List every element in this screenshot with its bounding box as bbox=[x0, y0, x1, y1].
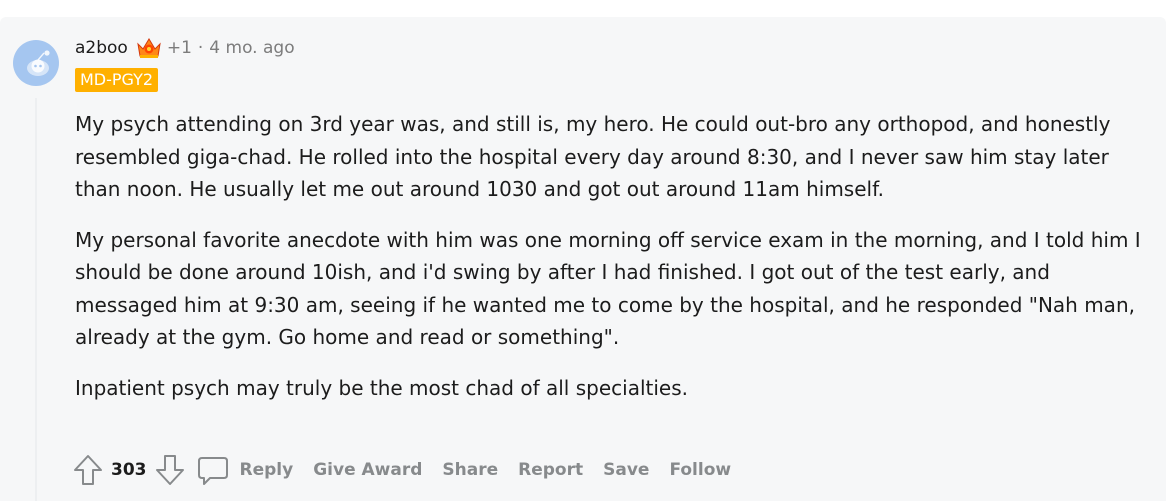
save-button[interactable]: Save bbox=[603, 460, 649, 480]
comment-paragraph: My psych attending on 3rd year was, and … bbox=[75, 112, 1111, 201]
arrow-up-icon bbox=[74, 455, 102, 485]
downvote-button[interactable] bbox=[154, 453, 186, 487]
award-count: +1 bbox=[166, 38, 192, 58]
vote-score: 303 bbox=[111, 460, 147, 480]
author-username[interactable]: a2boo bbox=[75, 38, 128, 58]
arrow-down-icon bbox=[155, 455, 184, 485]
share-button[interactable]: Share bbox=[442, 460, 498, 480]
reply-button[interactable]: Reply bbox=[240, 460, 294, 480]
reply-icon-button[interactable] bbox=[196, 453, 230, 487]
report-button[interactable]: Report bbox=[518, 460, 583, 480]
comment-body: My psych attending on 3rd year was, and … bbox=[75, 108, 1155, 422]
give-award-button[interactable]: Give Award bbox=[313, 460, 422, 480]
comment-paragraph: My personal favorite anecdote with him w… bbox=[75, 227, 1141, 350]
comment-paragraph: Inpatient psych may truly be the most ch… bbox=[75, 375, 688, 400]
follow-button[interactable]: Follow bbox=[669, 460, 731, 480]
snoo-avatar-icon bbox=[13, 40, 59, 86]
meta-separator: · bbox=[197, 38, 204, 58]
speech-bubble-icon bbox=[197, 457, 228, 485]
timestamp[interactable]: 4 mo. ago bbox=[209, 38, 294, 58]
thread-line[interactable] bbox=[35, 98, 37, 501]
comment-header: a2boo +1 · 4 mo. ago bbox=[75, 35, 295, 61]
avatar[interactable] bbox=[13, 40, 59, 86]
crown-award-icon[interactable] bbox=[135, 35, 163, 61]
comment-actions: 303 Reply Give Award Share Report Save F… bbox=[72, 452, 731, 488]
user-flair: MD-PGY2 bbox=[75, 68, 159, 92]
upvote-button[interactable] bbox=[72, 453, 104, 487]
